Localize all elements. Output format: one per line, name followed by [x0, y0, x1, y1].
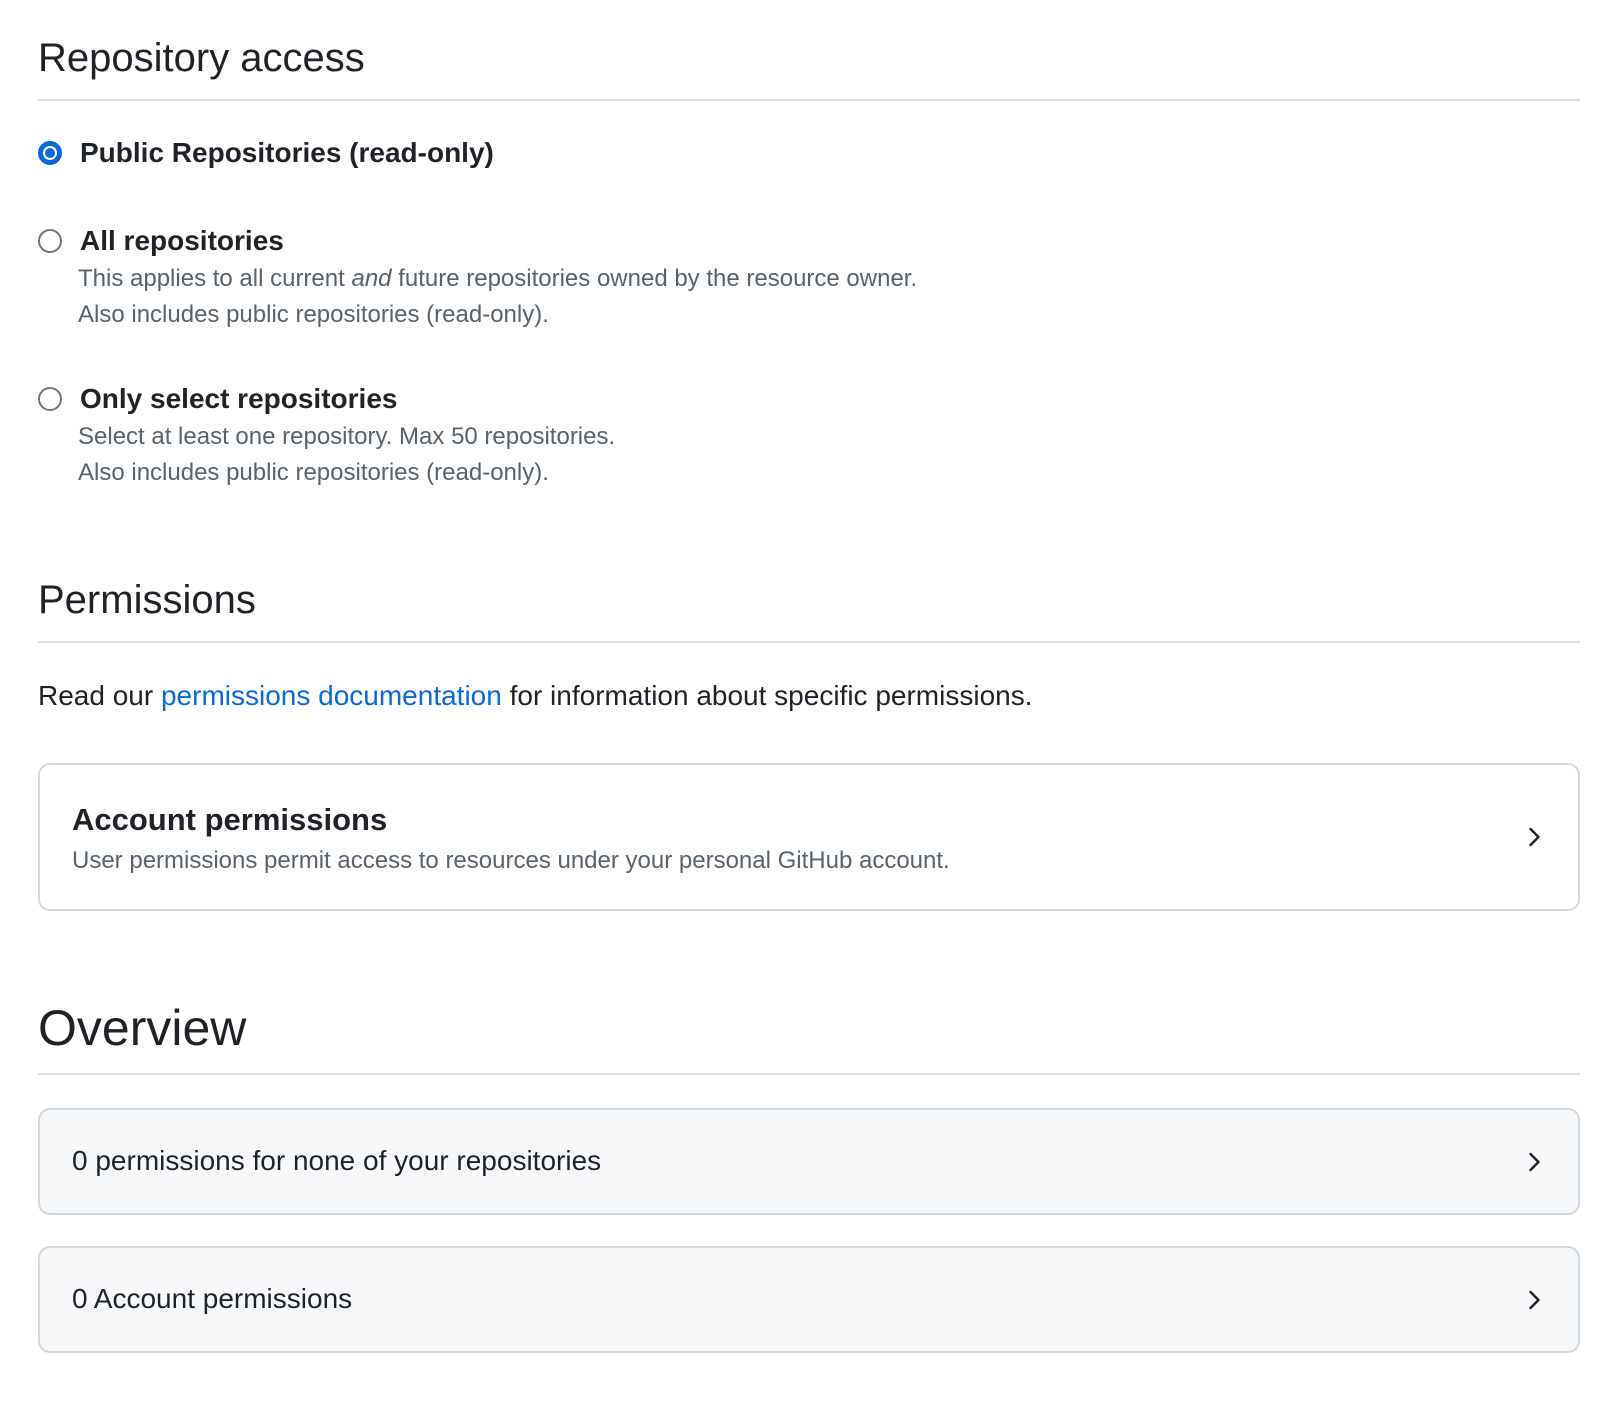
section-divider [38, 641, 1580, 643]
overview-heading: Overview [38, 1000, 247, 1056]
overview-item-label: 0 Account permissions [72, 1283, 353, 1314]
account-permissions-description: User permissions permit access to resour… [72, 847, 950, 874]
permissions-intro: Read our permissions documentation for i… [38, 680, 1033, 711]
permissions-heading: Permissions [38, 578, 256, 622]
overview-account-permissions-item[interactable]: 0 Account permissions [38, 1246, 1580, 1353]
repository-access-heading: Repository access [38, 36, 365, 80]
radio-only-select-repositories[interactable] [38, 387, 62, 411]
radio-description-select-line1: Select at least one repository. Max 50 r… [78, 423, 616, 450]
account-permissions-title: Account permissions [72, 802, 388, 837]
overview-item-label: 0 permissions for none of your repositor… [72, 1145, 602, 1176]
radio-label-select[interactable]: Only select repositories [80, 382, 397, 416]
chevron-right-icon[interactable] [1522, 1150, 1546, 1174]
chevron-right-icon[interactable] [1522, 1288, 1546, 1312]
permissions-documentation-link[interactable]: permissions documentation [161, 680, 502, 711]
radio-label-all[interactable]: All repositories [80, 224, 284, 258]
section-divider [38, 99, 1580, 101]
section-divider [38, 1073, 1580, 1075]
chevron-right-icon[interactable] [1522, 825, 1546, 849]
radio-public-repositories[interactable] [38, 141, 62, 165]
overview-repositories-permissions-item[interactable]: 0 permissions for none of your repositor… [38, 1108, 1580, 1215]
account-permissions-card[interactable]: Account permissions User permissions per… [38, 763, 1580, 911]
radio-description-all-line2: Also includes public repositories (read-… [78, 301, 549, 328]
radio-label-public[interactable]: Public Repositories (read-only) [80, 136, 494, 170]
radio-description-all-line1: This applies to all current and future r… [78, 265, 918, 292]
radio-description-select-line2: Also includes public repositories (read-… [78, 459, 549, 486]
radio-all-repositories[interactable] [38, 229, 62, 253]
